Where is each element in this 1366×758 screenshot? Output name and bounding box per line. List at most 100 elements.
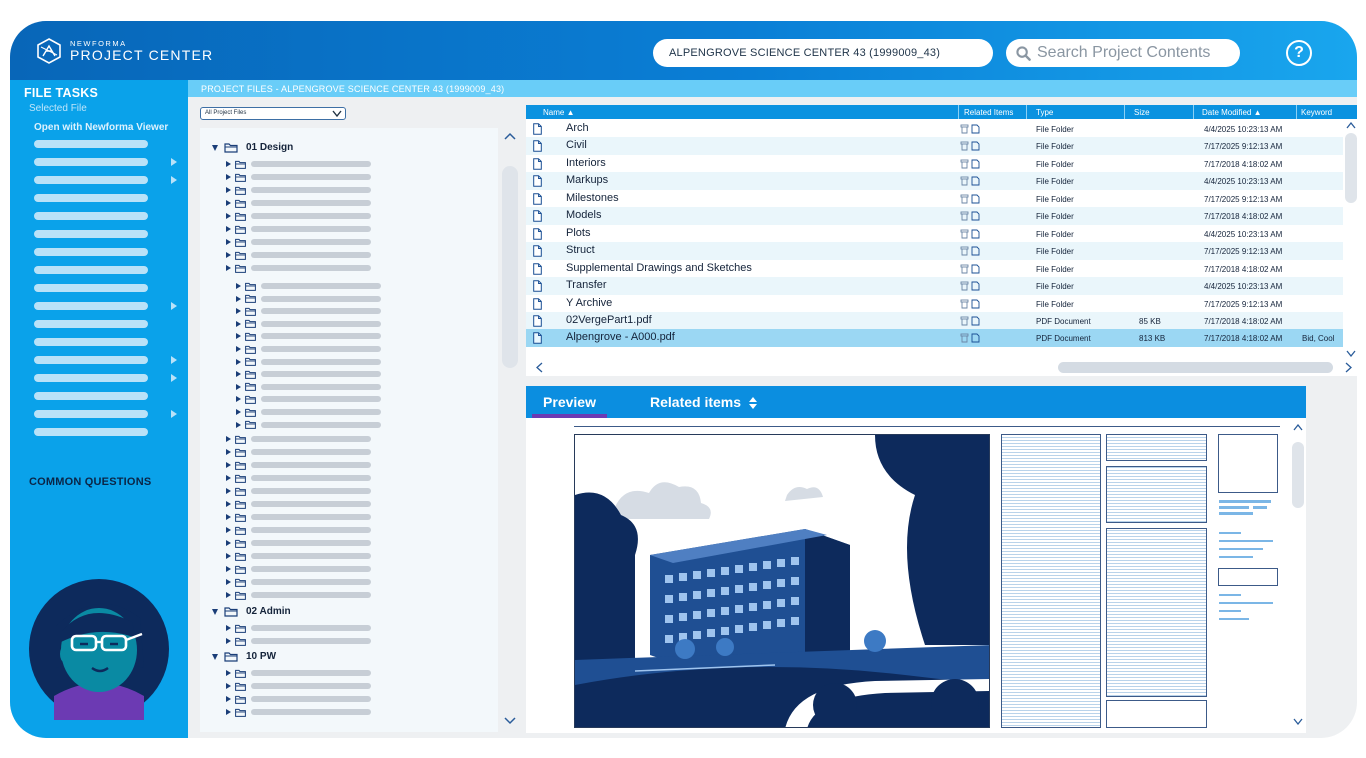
file-row[interactable]: Interiors File Folder 7/17/2018 4:18:02 AM — [526, 155, 1343, 173]
collapse-arrow-icon[interactable] — [226, 488, 231, 494]
collapse-arrow-icon[interactable] — [226, 683, 231, 689]
collapse-arrow-icon[interactable] — [236, 308, 241, 315]
related-items-icon[interactable] — [960, 141, 982, 151]
collapse-arrow-icon[interactable] — [236, 283, 241, 289]
file-row[interactable]: 02VergePart1.pdf PDF Document 85 KB 7/17/20… — [526, 311, 1343, 330]
collapse-arrow-icon[interactable] — [226, 161, 231, 167]
sidebar-task-item[interactable] — [34, 374, 148, 382]
tree-folder-item[interactable] — [236, 343, 381, 355]
collapse-arrow-icon[interactable] — [236, 409, 241, 415]
collapse-arrow-icon[interactable] — [236, 396, 241, 403]
collapse-arrow-icon[interactable] — [226, 252, 231, 258]
collapse-arrow-icon[interactable] — [226, 527, 231, 533]
scroll-left-icon[interactable] — [536, 362, 543, 373]
sidebar-task-item[interactable] — [34, 338, 148, 346]
tree-folder-item[interactable] — [236, 368, 381, 380]
tree-folder-item[interactable] — [226, 223, 371, 235]
sidebar-task-item[interactable] — [34, 212, 148, 220]
collapse-arrow-icon[interactable] — [226, 514, 231, 520]
collapse-arrow-icon[interactable] — [226, 226, 231, 232]
file-row[interactable]: Civil File Folder 7/17/2025 9:12:13 AM — [526, 137, 1343, 155]
sidebar-task-item[interactable] — [34, 158, 148, 166]
collapse-arrow-icon[interactable] — [236, 333, 241, 340]
sidebar-task-item[interactable] — [34, 284, 148, 292]
collapse-arrow-icon[interactable] — [226, 449, 231, 455]
search-input[interactable]: Search Project Contents — [1006, 39, 1240, 67]
tree-folder-item[interactable] — [236, 393, 381, 405]
column-size[interactable]: Size — [1134, 108, 1150, 117]
sidebar-task-item[interactable] — [34, 392, 148, 400]
column-related-items[interactable]: Related Items — [964, 108, 1013, 117]
tree-folder-item[interactable] — [236, 356, 381, 368]
file-row[interactable]: Transfer File Folder 4/4/2025 10:23:13 AM — [526, 277, 1343, 295]
collapse-arrow-icon[interactable] — [226, 566, 231, 572]
related-items-icon[interactable] — [960, 194, 982, 204]
collapse-arrow-icon[interactable] — [236, 346, 241, 352]
open-with-viewer-link[interactable]: Open with Newforma Viewer — [34, 122, 168, 133]
file-row[interactable]: Alpengrove - A000.pdf PDF Document 813 KB 7… — [526, 329, 1343, 347]
scroll-down-icon[interactable] — [1293, 718, 1303, 725]
tree-folder-item[interactable] — [226, 262, 371, 274]
tree-folder-item[interactable] — [236, 406, 381, 418]
scroll-up-icon[interactable] — [504, 132, 516, 140]
tree-folder-item[interactable] — [226, 706, 371, 718]
scroll-down-icon[interactable] — [1346, 350, 1356, 357]
collapse-arrow-icon[interactable] — [226, 436, 231, 442]
collapse-arrow-icon[interactable] — [226, 174, 231, 180]
file-row[interactable]: Plots File Folder 4/4/2025 10:23:13 AM — [526, 225, 1343, 243]
sidebar-task-item[interactable] — [34, 194, 148, 202]
tree-scrollbar[interactable] — [500, 128, 520, 732]
tree-folder-item[interactable] — [226, 158, 371, 170]
common-questions-title[interactable]: COMMON QUESTIONS — [29, 476, 151, 488]
tree-folder-item[interactable] — [226, 693, 371, 705]
collapse-arrow-icon[interactable] — [226, 709, 231, 715]
tree-folder-item[interactable] — [226, 635, 371, 647]
collapse-arrow-icon[interactable] — [226, 696, 231, 702]
related-items-icon[interactable] — [960, 211, 982, 221]
tree-folder-item[interactable] — [226, 249, 371, 261]
tree-group-folder[interactable]: 01 Design — [212, 142, 293, 153]
sidebar-task-item[interactable] — [34, 428, 148, 436]
file-row[interactable]: Models File Folder 7/17/2018 4:18:02 AM — [526, 207, 1343, 225]
file-row[interactable]: Markups File Folder 4/4/2025 10:23:13 AM — [526, 172, 1343, 190]
related-items-icon[interactable] — [960, 264, 982, 274]
file-list-vscrollbar[interactable] — [1343, 119, 1357, 359]
tree-group-folder[interactable]: 02 Admin — [212, 606, 291, 617]
submenu-arrow-icon[interactable] — [171, 302, 177, 310]
collapse-arrow-icon[interactable] — [226, 540, 231, 546]
preview-scrollbar[interactable] — [1290, 418, 1306, 733]
scroll-right-icon[interactable] — [1345, 362, 1352, 373]
tree-scroll-thumb[interactable] — [502, 166, 518, 368]
tree-folder-item[interactable] — [226, 680, 371, 692]
tree-folder-item[interactable] — [226, 498, 371, 510]
collapse-arrow-icon[interactable] — [226, 475, 231, 481]
tree-folder-item[interactable] — [226, 622, 371, 634]
related-items-icon[interactable] — [960, 316, 982, 326]
tree-folder-item[interactable] — [236, 419, 381, 431]
sidebar-task-item[interactable] — [34, 302, 148, 310]
expand-arrow-icon[interactable] — [212, 653, 218, 660]
column-keyword[interactable]: Keyword — [1301, 108, 1332, 117]
tree-folder-item[interactable] — [226, 472, 371, 484]
sidebar-task-item[interactable] — [34, 230, 148, 238]
sidebar-task-item[interactable] — [34, 176, 148, 184]
related-items-icon[interactable] — [960, 299, 982, 309]
collapse-arrow-icon[interactable] — [226, 213, 231, 219]
expand-arrow-icon[interactable] — [212, 144, 218, 151]
tree-folder-item[interactable] — [226, 511, 371, 523]
related-items-icon[interactable] — [960, 124, 982, 134]
sidebar-task-item[interactable] — [34, 266, 148, 274]
tree-folder-item[interactable] — [226, 236, 371, 248]
tree-folder-item[interactable] — [226, 589, 371, 601]
collapse-arrow-icon[interactable] — [226, 239, 231, 245]
tab-preview[interactable]: Preview — [532, 386, 607, 418]
collapse-arrow-icon[interactable] — [236, 421, 241, 428]
collapse-arrow-icon[interactable] — [236, 320, 241, 327]
file-row[interactable]: Supplemental Drawings and Sketches File F… — [526, 260, 1343, 278]
collapse-arrow-icon[interactable] — [226, 579, 231, 585]
project-selector[interactable]: ALPENGROVE SCIENCE CENTER 43 (1999009_43… — [653, 39, 993, 67]
collapse-arrow-icon[interactable] — [226, 265, 231, 271]
collapse-arrow-icon[interactable] — [226, 462, 231, 468]
submenu-arrow-icon[interactable] — [171, 356, 177, 364]
expand-arrow-icon[interactable] — [212, 608, 218, 615]
